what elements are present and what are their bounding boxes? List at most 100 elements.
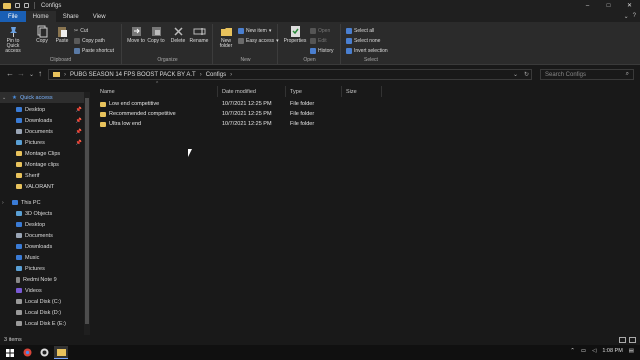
address-dropdown-icon[interactable]: ⌄ xyxy=(513,71,518,78)
nav-item-downloads-pc[interactable]: Downloads xyxy=(0,241,84,252)
nav-item-sherif[interactable]: Sherif xyxy=(0,170,84,181)
rename-button[interactable]: Rename xyxy=(188,25,210,44)
chrome-icon[interactable] xyxy=(20,346,34,359)
move-to-button[interactable]: Move to xyxy=(125,25,147,44)
nav-item-pictures[interactable]: Pictures 📌 xyxy=(0,137,84,148)
navigation-pane: ⌄ ★ Quick access Desktop 📌 Downloads 📌 D… xyxy=(0,90,92,335)
nav-item-quick-access[interactable]: ⌄ ★ Quick access xyxy=(0,92,84,103)
nav-item-3d-objects[interactable]: 3D Objects xyxy=(0,208,84,219)
file-list-header: Name Date modified Type Size xyxy=(96,86,640,97)
tab-share[interactable]: Share xyxy=(56,11,86,22)
edit-button[interactable]: Edit xyxy=(310,37,327,45)
copy-to-button[interactable]: Copy to xyxy=(145,25,167,44)
copy-icon xyxy=(37,25,47,38)
tray-chevron-icon[interactable]: ⌃ xyxy=(570,348,575,354)
folder-icon xyxy=(100,121,106,127)
new-folder-button[interactable]: New folder xyxy=(215,25,237,49)
quick-access-properties-icon[interactable] xyxy=(15,3,20,8)
nav-item-this-pc[interactable]: › This PC xyxy=(0,197,84,208)
folder-icon xyxy=(100,101,106,107)
maximize-button[interactable]: □ xyxy=(598,0,619,11)
volume-icon[interactable]: ◁ xyxy=(592,348,596,354)
copy-button[interactable]: Copy xyxy=(33,25,51,44)
help-icon[interactable]: ? xyxy=(633,13,636,20)
up-arrow-icon[interactable]: ↑ xyxy=(38,69,42,78)
nav-item-montage-clips-2[interactable]: Montage clips xyxy=(0,159,84,170)
select-all-button[interactable]: Select all xyxy=(346,27,374,35)
expand-chevron-icon[interactable]: › xyxy=(2,200,4,206)
column-size[interactable]: Size xyxy=(342,86,382,97)
nav-scrollbar-thumb[interactable] xyxy=(85,98,89,324)
open-icon xyxy=(310,28,316,34)
nav-item-valorant[interactable]: VALORANT xyxy=(0,181,84,192)
pin-button[interactable]: Pin to Quick access xyxy=(2,25,24,54)
tab-view[interactable]: View xyxy=(86,11,113,22)
system-tray: ⌃ ▭ ◁ 1:08 PM ▤ xyxy=(570,348,634,354)
windows-start-icon[interactable] xyxy=(3,346,17,359)
nav-item-documents[interactable]: Documents 📌 xyxy=(0,126,84,137)
minimize-button[interactable]: – xyxy=(577,0,598,11)
collapse-chevron-icon[interactable]: ⌄ xyxy=(2,95,6,101)
nav-item-downloads[interactable]: Downloads 📌 xyxy=(0,115,84,126)
open-button[interactable]: Open xyxy=(310,27,330,35)
recent-locations-icon[interactable]: ⌄ xyxy=(29,71,34,78)
nav-item-desktop-pc[interactable]: Desktop xyxy=(0,219,84,230)
file-row[interactable]: Recommended competitive 10/7/2021 12:25 … xyxy=(96,109,356,119)
refresh-icon[interactable]: ↻ xyxy=(524,71,529,78)
details-view-icon[interactable] xyxy=(619,337,626,343)
download-icon xyxy=(16,244,22,249)
cut-button[interactable]: ✂ Cut xyxy=(74,27,88,35)
new-item-button[interactable]: New item ▾ xyxy=(238,27,271,35)
nav-item-desktop[interactable]: Desktop 📌 xyxy=(0,104,84,115)
history-button[interactable]: History xyxy=(310,47,334,55)
file-explorer-taskbar-icon[interactable] xyxy=(54,346,68,359)
easy-access-button[interactable]: Easy access ▾ xyxy=(238,37,279,45)
large-icons-view-icon[interactable] xyxy=(629,337,636,343)
breadcrumb-item[interactable]: PUBG SEASON 14 FPS BOOST PACK BY A.T xyxy=(70,72,196,78)
column-date-modified[interactable]: Date modified xyxy=(218,86,286,97)
folder-icon xyxy=(16,151,22,156)
nav-scrollbar[interactable] xyxy=(84,92,90,335)
paste-shortcut-button[interactable]: Paste shortcut xyxy=(74,47,114,55)
column-type[interactable]: Type xyxy=(286,86,342,97)
column-name[interactable]: Name xyxy=(96,86,218,97)
pin-icon xyxy=(9,27,17,37)
select-group: Select all Select none Invert selection … xyxy=(342,24,400,64)
properties-button[interactable]: Properties xyxy=(281,25,309,44)
notifications-icon[interactable]: ▤ xyxy=(629,348,634,354)
obs-icon[interactable] xyxy=(37,346,51,359)
pictures-icon xyxy=(16,140,22,145)
quick-access-new-folder-icon[interactable] xyxy=(24,3,29,8)
delete-button[interactable]: Delete xyxy=(167,25,189,44)
invert-selection-button[interactable]: Invert selection xyxy=(346,47,388,55)
paste-button[interactable]: Paste xyxy=(53,25,71,44)
disk-icon xyxy=(16,310,22,315)
nav-item-local-disk-d[interactable]: Local Disk (D:) xyxy=(0,307,84,318)
forward-arrow-icon[interactable]: → xyxy=(17,69,25,78)
clock[interactable]: 1:08 PM xyxy=(602,348,622,354)
file-row[interactable]: Ultra low end 10/7/2021 12:25 PM File fo… xyxy=(96,119,356,129)
search-input[interactable]: Search Configs ⌕ xyxy=(540,69,634,80)
history-icon xyxy=(310,48,316,54)
tab-file[interactable]: File xyxy=(0,11,26,22)
nav-item-documents-pc[interactable]: Documents xyxy=(0,230,84,241)
breadcrumb-item[interactable]: Configs xyxy=(206,72,226,78)
select-none-button[interactable]: Select none xyxy=(346,37,380,45)
nav-item-pictures-pc[interactable]: Pictures xyxy=(0,263,84,274)
nav-item-redmi-note-9[interactable]: Redmi Note 9 xyxy=(0,274,84,285)
nav-item-videos[interactable]: Videos xyxy=(0,285,84,296)
tab-home[interactable]: Home xyxy=(25,11,56,22)
address-box[interactable]: › PUBG SEASON 14 FPS BOOST PACK BY A.T ›… xyxy=(48,69,532,80)
copy-path-button[interactable]: Copy path xyxy=(74,37,105,45)
address-folder-icon xyxy=(53,72,60,77)
collapse-ribbon-icon[interactable]: ⌄ xyxy=(624,13,629,20)
nav-item-local-disk-c[interactable]: Local Disk (C:) xyxy=(0,296,84,307)
file-row[interactable]: Low end competitive 10/7/2021 12:25 PM F… xyxy=(96,99,356,109)
back-arrow-icon[interactable]: ← xyxy=(6,69,14,78)
nav-item-local-disk-e[interactable]: Local Disk E (E:) xyxy=(0,318,84,329)
network-icon[interactable]: ▭ xyxy=(581,348,586,354)
nav-item-music[interactable]: Music xyxy=(0,252,84,263)
nav-item-montage-clips[interactable]: Montage Clips xyxy=(0,148,84,159)
close-button[interactable]: ✕ xyxy=(619,0,640,11)
new-group: New folder New item ▾ Easy access ▾ New xyxy=(214,24,279,64)
